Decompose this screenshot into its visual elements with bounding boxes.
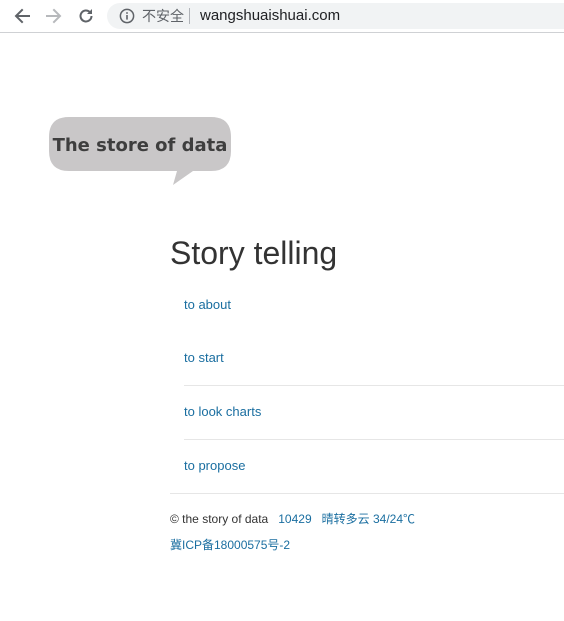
reload-icon xyxy=(79,9,93,23)
address-bar[interactable]: 不安全 wangshuaishuai.com xyxy=(107,3,564,29)
nav-item-start: to start xyxy=(184,350,564,404)
visit-counter: 10429 xyxy=(278,512,312,526)
propose-link[interactable]: to propose xyxy=(184,458,245,474)
nav-divider xyxy=(170,493,564,494)
logo-text: The store of data xyxy=(53,135,228,156)
arrow-left-icon xyxy=(14,8,30,24)
address-divider xyxy=(189,8,190,24)
site-logo[interactable]: The store of data xyxy=(49,117,231,187)
footer-info: © the story of data 10429 晴转多云 34/24℃ xyxy=(170,512,415,527)
nav-item-propose: to propose xyxy=(184,458,564,512)
url-text[interactable]: wangshuaishuai.com xyxy=(200,7,340,25)
nav-item-about: to about xyxy=(184,297,564,351)
security-label[interactable]: 不安全 xyxy=(142,8,184,24)
about-link[interactable]: to about xyxy=(184,297,231,313)
icp-license-link[interactable]: 冀ICP备18000575号-2 xyxy=(170,538,290,553)
browser-toolbar: 不安全 wangshuaishuai.com xyxy=(0,0,564,33)
look-charts-link[interactable]: to look charts xyxy=(184,404,261,420)
arrow-right-icon xyxy=(46,8,62,24)
weather-info: 晴转多云 34/24℃ xyxy=(321,512,416,526)
info-icon[interactable] xyxy=(119,8,135,24)
start-link[interactable]: to start xyxy=(184,350,224,366)
copyright-text: © the story of data xyxy=(170,512,269,526)
nav-divider xyxy=(184,439,564,440)
forward-button[interactable] xyxy=(42,4,66,28)
nav-item-charts: to look charts xyxy=(184,404,564,458)
nav-divider xyxy=(184,385,564,386)
page-title: Story telling xyxy=(170,235,338,271)
back-button[interactable] xyxy=(10,4,34,28)
reload-button[interactable] xyxy=(74,4,98,28)
